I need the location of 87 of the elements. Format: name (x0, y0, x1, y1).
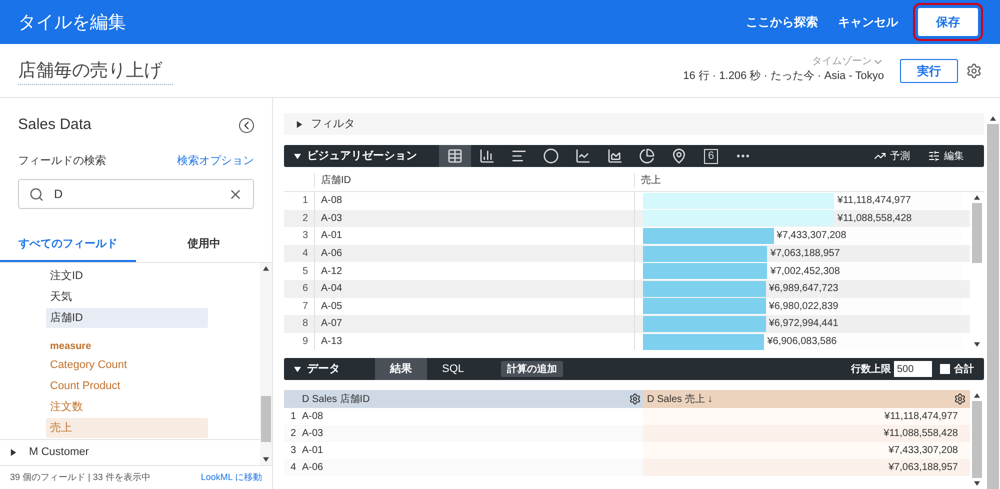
table-cell-text: ¥11,088,558,428 (837, 212, 912, 226)
column-header: 店舗ID (314, 173, 634, 188)
scroll-thumb[interactable] (972, 203, 982, 263)
scroll-up-icon[interactable] (974, 195, 980, 200)
table-cell: A-13 (314, 332, 634, 350)
row-limit-field[interactable]: 500 (894, 361, 932, 378)
table-cell-text: ¥6,972,994,441 (768, 317, 838, 332)
row-number: 2 (301, 212, 309, 226)
forecast-button[interactable]: 予測 (874, 148, 910, 164)
row-number: 9 (301, 335, 309, 350)
scroll-up-icon[interactable] (263, 266, 269, 271)
page-title: タイルを編集 (18, 10, 127, 34)
gear-icon[interactable] (629, 393, 641, 406)
field-tab[interactable]: すべてのフィールド (0, 229, 136, 262)
scroll-thumb[interactable] (261, 396, 271, 442)
search-field[interactable]: D (18, 179, 254, 209)
row-number: 1 (289, 410, 297, 424)
scroll-up-icon[interactable] (974, 393, 980, 398)
column-title: D Sales 売上 ↓ (647, 392, 714, 407)
run-button[interactable]: 実行 (900, 58, 958, 82)
field-tab[interactable]: 使用中 (136, 229, 272, 262)
visualization-label[interactable]: ビジュアリゼーション (307, 148, 439, 164)
row-number: 7 (301, 300, 309, 314)
row-limit-label: 行数上限 (851, 362, 891, 377)
field-group-heading: measure (49, 340, 92, 354)
table-cell-text: ¥11,118,474,977 (837, 194, 911, 208)
gear-icon[interactable] (954, 393, 966, 406)
trend-icon (874, 150, 886, 162)
single-value-button[interactable]: 6 (695, 145, 727, 167)
header-link[interactable]: ここから探索 (746, 13, 818, 31)
search-icon (29, 186, 44, 202)
scroll-down-icon[interactable] (974, 481, 980, 486)
row-number: 8 (301, 317, 309, 332)
table-cell-text: ¥6,989,647,723 (768, 282, 838, 296)
table-cell-text: ¥6,906,083,586 (767, 335, 837, 350)
row-number: 4 (289, 461, 297, 476)
row-number: 2 (289, 427, 297, 442)
row-number: 4 (301, 247, 309, 262)
search-label: フィールドの検索 (18, 154, 107, 168)
scroll-thumb[interactable] (987, 124, 999, 489)
sliders-icon (928, 150, 940, 162)
scrollbar[interactable] (260, 263, 272, 465)
filter-bar[interactable]: フィルタ (284, 113, 984, 135)
scroll-up-icon[interactable] (990, 116, 996, 121)
query-title[interactable]: 店舗毎の売り上げ (18, 56, 173, 84)
totals-label: 合計 (954, 362, 974, 377)
search-input[interactable]: D (54, 185, 228, 203)
table-cell-text: A-06 (301, 461, 324, 476)
table-cell: ¥11,118,474,977 (643, 408, 970, 426)
field-group[interactable]: M Customer (0, 439, 260, 465)
table-cell-text: A-03 (301, 427, 324, 442)
row-number: 5 (301, 264, 309, 279)
add-calculation-button[interactable]: 計算の追加 (501, 361, 563, 378)
table-cell: ¥11,088,558,428 (643, 425, 970, 442)
scroll-thumb[interactable] (972, 401, 982, 478)
row-number: 1 (301, 194, 309, 208)
data-tab[interactable]: SQL (427, 358, 479, 380)
row-number: 3 (289, 444, 297, 458)
table-chart-icon[interactable] (439, 145, 471, 167)
edit-button[interactable]: 編集 (928, 148, 964, 164)
field-count: 39 個のフィールド | 33 件を表示中 (10, 470, 152, 484)
table-cell-text: ¥6,980,022,839 (768, 300, 838, 314)
table-cell-text: ¥7,063,188,957 (770, 247, 840, 262)
query-stats: 16 行 · 1.206 秒 · たった今 · Asia - Tokyo (683, 69, 884, 84)
table-cell-text: ¥7,002,452,308 (770, 264, 840, 279)
table-cell: ¥7,433,307,208 (643, 442, 970, 460)
header-link[interactable]: キャンセル (838, 13, 898, 31)
row-number: 6 (301, 282, 309, 296)
data-tab[interactable]: 結果 (375, 358, 427, 380)
table-cell-text: ¥7,433,307,208 (776, 229, 846, 244)
totals-checkbox[interactable] (940, 364, 950, 374)
field-item[interactable]: 店舗ID (46, 308, 208, 328)
lookml-link[interactable]: LookML に移動 (200, 470, 262, 484)
collapse-icon[interactable] (239, 118, 254, 133)
scroll-down-icon[interactable] (974, 342, 980, 348)
table-cell-text: A-08 (301, 410, 324, 424)
column-title: D Sales 店舗ID (302, 392, 371, 407)
table-cell-text: A-01 (301, 444, 324, 458)
column-header: 売上 (634, 173, 984, 188)
sidebar-title: Sales Data (18, 115, 92, 135)
scroll-down-icon[interactable] (263, 457, 269, 462)
row-number: 3 (301, 229, 309, 244)
data-label[interactable]: データ (307, 361, 375, 378)
search-options-link[interactable]: 検索オプション (177, 152, 254, 169)
save-button[interactable]: 保存 (918, 8, 978, 36)
table-cell: ¥7,063,188,957 (643, 459, 970, 476)
settings-icon[interactable] (966, 62, 982, 78)
